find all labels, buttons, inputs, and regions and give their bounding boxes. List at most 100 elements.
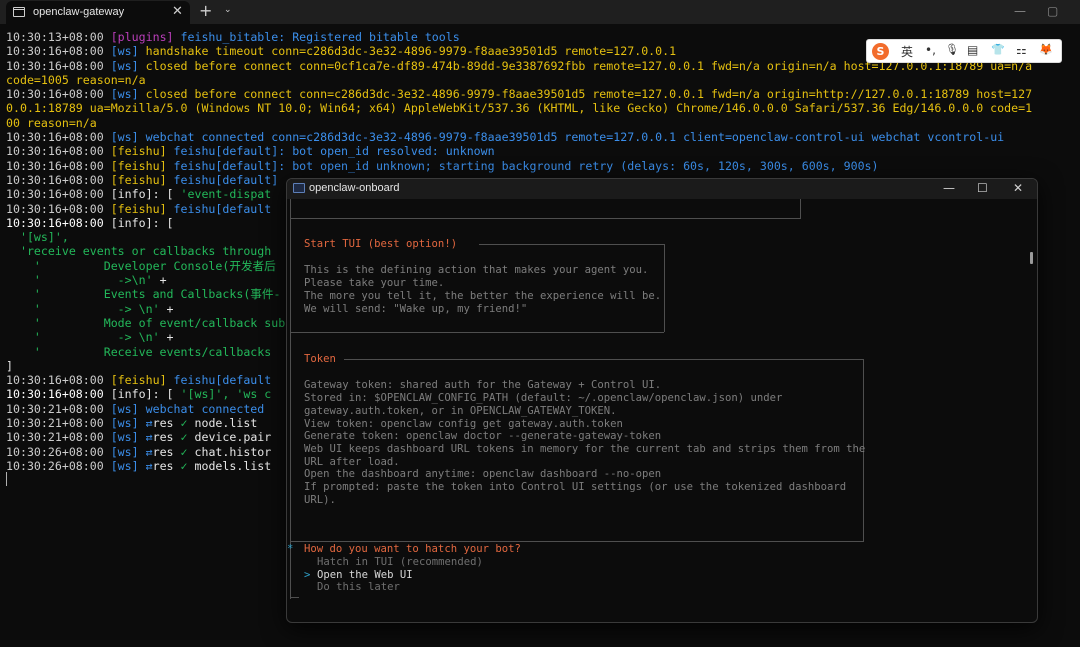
log-segment: res	[152, 444, 181, 459]
log-segment: '[ws]',	[6, 230, 69, 245]
log-segment: feishu[default]: bot open_id resolved: u…	[173, 144, 495, 159]
log-segment: 10:30:16+08:00	[6, 130, 111, 145]
log-segment: [ws]	[110, 416, 146, 431]
maximize-button[interactable]: ☐	[977, 181, 988, 195]
close-tab-icon[interactable]: ✕	[172, 4, 183, 19]
log-segment: chat.histor	[194, 444, 272, 459]
previous-box-right-border	[800, 199, 801, 219]
log-segment: +	[166, 330, 174, 345]
token-box-title: Token	[304, 353, 336, 365]
option-do-this-later[interactable]: Do this later	[317, 581, 400, 594]
log-segment: ✓	[180, 430, 195, 445]
log-segment: 'receive events or callbacks through	[6, 244, 272, 259]
log-segment: feishu[default	[173, 201, 272, 216]
log-segment: webchat connected	[145, 401, 272, 416]
tui-box-title: Start TUI (best option!)	[304, 238, 458, 250]
log-segment: feishu[default	[173, 373, 272, 388]
tab-openclaw-gateway[interactable]: openclaw-gateway ✕	[6, 1, 190, 24]
log-segment: 10:30:16+08:00	[6, 58, 111, 73]
log-segment: 10:30:16+08:00	[6, 201, 111, 216]
log-segment: [feishu]	[110, 172, 174, 187]
token-box-line: URL).	[304, 494, 336, 506]
token-box-line: Stored in: $OPENCLAW_CONFIG_PATH (defaul…	[304, 392, 783, 404]
scrollbar-thumb[interactable]	[1030, 252, 1033, 264]
log-segment: node.list	[194, 416, 265, 431]
close-button[interactable]: ✕	[1013, 181, 1023, 195]
log-segment: ' -> \n'	[6, 301, 167, 316]
log-segment: 10:30:16+08:00	[6, 87, 111, 102]
log-segment: 10:30:16+08:00	[6, 215, 111, 230]
log-segment: ' Mode of event/callback sub	[6, 315, 286, 330]
log-segment: 10:30:16+08:00	[6, 387, 111, 402]
log-segment: feishu[default]: bot open_id unknown; st…	[173, 158, 879, 173]
log-line: 10:30:16+08:00 [feishu] feishu[default]:…	[6, 159, 1080, 173]
token-box-line: View token: openclaw config get gateway.…	[304, 418, 623, 430]
option-hatch-in-tui[interactable]: Hatch in TUI (recommended)	[317, 556, 483, 569]
log-segment: 10:30:21+08:00	[6, 416, 111, 431]
tui-box-line: We will send: "Wake up, my friend!"	[304, 303, 528, 315]
log-segment: ✓	[180, 444, 195, 459]
chevron-down-icon[interactable]: ⌄	[224, 5, 232, 15]
microphone-icon[interactable]: 🎙	[945, 43, 959, 56]
new-tab-button[interactable]: +	[199, 1, 212, 20]
tab-title: openclaw-gateway	[33, 6, 125, 18]
toolbox-grid-icon[interactable]: ⚏	[1016, 43, 1027, 57]
punctuation-icon[interactable]: •,	[925, 43, 936, 57]
log-segment: res	[152, 458, 181, 473]
log-segment: +	[166, 301, 174, 316]
prompt-question: How do you want to hatch your bot?	[304, 543, 521, 555]
log-segment: 10:30:16+08:00	[6, 187, 111, 202]
sogou-logo-icon[interactable]: S	[872, 43, 889, 60]
log-segment: [ws]	[110, 130, 146, 145]
log-segment: 10:30:26+08:00	[6, 444, 111, 459]
log-segment: [feishu]	[110, 144, 174, 159]
onboard-terminal-body: Start TUI (best option!) This is the def…	[287, 199, 1037, 622]
keyboard-icon[interactable]: ▤	[967, 43, 978, 57]
log-line: 10:30:16+08:00 [ws] webchat connected co…	[6, 130, 1080, 144]
option-open-web-ui[interactable]: Open the Web UI	[317, 569, 413, 582]
log-segment: feishu_bitable: Registered bitable tools	[180, 30, 460, 44]
minimize-button[interactable]: —	[943, 181, 955, 195]
log-segment: [feishu]	[110, 158, 174, 173]
log-segment: closed before connect conn=c286d3dc-3e32…	[145, 87, 1033, 102]
log-segment: 10:30:16+08:00	[6, 144, 111, 159]
log-segment: 10:30:21+08:00	[6, 401, 111, 416]
terminal-cursor	[6, 472, 7, 486]
log-segment: [feishu]	[110, 201, 174, 216]
log-segment: [ws]	[110, 444, 146, 459]
tui-box-line: The more you tell it, the better the exp…	[304, 290, 662, 302]
log-segment: feishu[default]	[173, 172, 279, 187]
log-segment: webchat connected conn=c286d3dc-3e32-489…	[145, 130, 1005, 145]
log-segment: 10:30:26+08:00	[6, 458, 111, 473]
log-segment: ]	[6, 358, 13, 373]
terminal-tab-bar: openclaw-gateway ✕ + ⌄ — ▢	[0, 0, 1080, 24]
log-segment: handshake timeout conn=c286d3dc-3e32-489…	[145, 44, 677, 59]
log-segment: ✓	[180, 458, 195, 473]
log-segment: 10:30:16+08:00	[6, 172, 111, 187]
log-segment: ⇄	[145, 430, 153, 445]
minimize-button[interactable]: —	[1014, 4, 1026, 18]
log-segment: [info]: [	[110, 387, 181, 402]
tui-box-bottom-border	[290, 332, 664, 333]
tui-box-line: This is the defining action that makes y…	[304, 264, 649, 276]
language-toggle-button[interactable]: 英	[901, 43, 913, 60]
token-box-bottom-border	[290, 541, 864, 542]
log-segment: code=1005 reason=n/a	[6, 72, 146, 87]
log-segment: [ws]	[110, 401, 146, 416]
mascot-icon[interactable]: 🦊	[1039, 43, 1053, 56]
log-segment: device.pair	[194, 430, 272, 445]
maximize-button[interactable]: ▢	[1047, 4, 1058, 18]
selection-pointer-icon: >	[304, 569, 311, 581]
token-box-top-border	[344, 359, 863, 360]
log-line: 10:30:16+08:00 [ws] closed before connec…	[6, 87, 1080, 101]
log-segment: 0.0.1:18789 ua=Mozilla/5.0 (Windows NT 1…	[6, 101, 1033, 116]
token-box-line: gateway.auth.token, or in OPENCLAW_GATEW…	[304, 405, 617, 417]
previous-box-bottom-border	[290, 218, 800, 219]
token-box-line: Generate token: openclaw doctor --genera…	[304, 430, 662, 442]
log-segment: [ws]	[110, 44, 146, 59]
skin-icon[interactable]: 👕	[991, 43, 1005, 56]
log-segment: res	[152, 430, 181, 445]
log-segment: ' Receive events/callbacks	[6, 344, 279, 359]
tui-box-line: Please take your time.	[304, 277, 445, 289]
log-segment: res	[152, 416, 181, 431]
